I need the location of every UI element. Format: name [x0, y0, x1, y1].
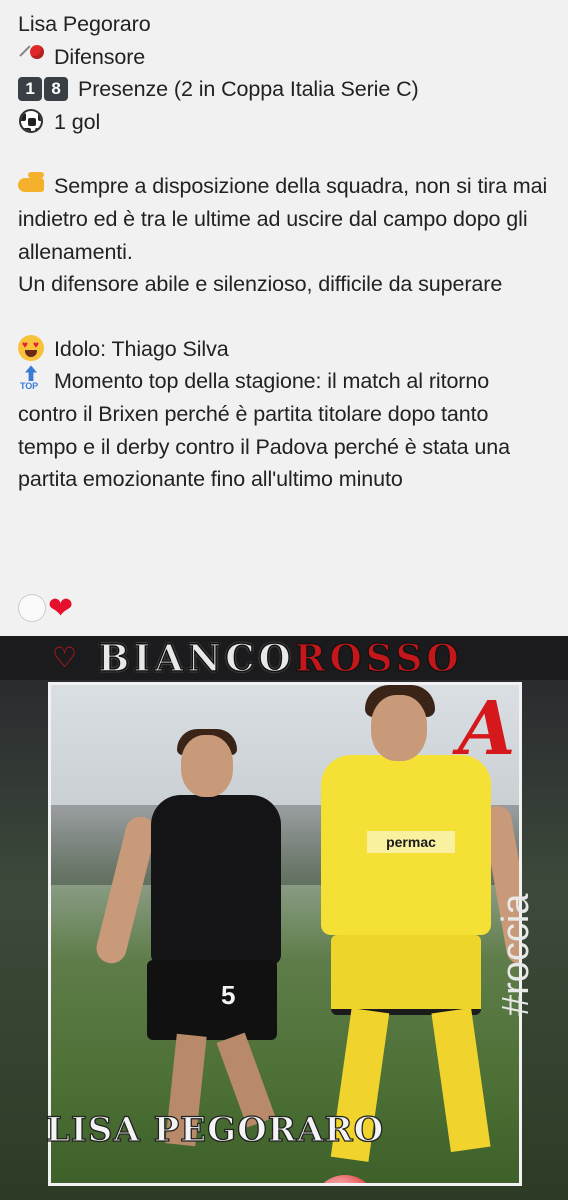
description-2: Un difensore abile e silenzioso, diffici…: [18, 272, 503, 297]
hashtag: #roccia: [495, 893, 537, 1017]
banner-title-white: BIANCO: [97, 636, 295, 680]
soccer-ball-image: [313, 1175, 377, 1183]
role-line: Difensore: [18, 41, 553, 74]
role-text: Difensore: [54, 44, 146, 69]
top-moment-text: Momento top della stagione: il match al …: [18, 369, 510, 492]
goals-line: 1 gol: [18, 106, 553, 139]
club-logo-icon: A: [458, 686, 516, 772]
white-heart-icon: [18, 594, 46, 622]
idol-line: ♥ ♥ Idolo: Thiago Silva: [18, 333, 553, 366]
top-moment: TOP Momento top della stagione: il match …: [18, 365, 553, 495]
top-badge-text: TOP: [20, 381, 39, 392]
pointing-hand-icon: [18, 172, 44, 198]
top-arrow-icon: TOP: [18, 365, 44, 393]
player-number: 5: [221, 980, 236, 1010]
player-name: Lisa Pegoraro: [18, 12, 151, 36]
soccer-ball-icon: [18, 108, 44, 134]
idol-text: Idolo: Thiago Silva: [54, 336, 229, 361]
post-image[interactable]: ♡ BIANCOROSSO 5 permac A LISA PEGORARO #…: [0, 636, 568, 1200]
name-plate: LISA PEGORARO: [45, 1109, 385, 1150]
banner-heart-icon: ♡: [52, 642, 78, 673]
description-1-text: Sempre a disposizione della squadra, non…: [18, 174, 548, 264]
appearances-keycaps: 18: [18, 77, 70, 102]
round-pushpin-icon: [18, 43, 44, 69]
banner-title-red: ROSSO: [294, 636, 463, 680]
banner-title: BIANCOROSSO: [97, 636, 463, 680]
keycap-1-icon: 1: [18, 77, 42, 102]
description-1: Sempre a disposizione della squadra, non…: [18, 170, 553, 268]
goals-text: 1 gol: [54, 109, 101, 134]
keycap-8-icon: 8: [44, 77, 68, 102]
appearances-line: 1 8 Presenze (2 in Coppa Italia Serie C): [18, 73, 553, 106]
post-text: Lisa Pegoraro Difensore 1 8 Presenze (2 in…: [18, 8, 553, 496]
player-black-kit: 5: [93, 725, 301, 1147]
sponsor-logo: permac: [367, 831, 455, 853]
image-banner: ♡ BIANCOROSSO: [0, 636, 568, 680]
red-heart-icon: ❤: [48, 592, 74, 625]
heart-eyes-icon: ♥ ♥: [18, 334, 44, 361]
appearances-text: Presenze (2 in Coppa Italia Serie C): [78, 77, 419, 102]
